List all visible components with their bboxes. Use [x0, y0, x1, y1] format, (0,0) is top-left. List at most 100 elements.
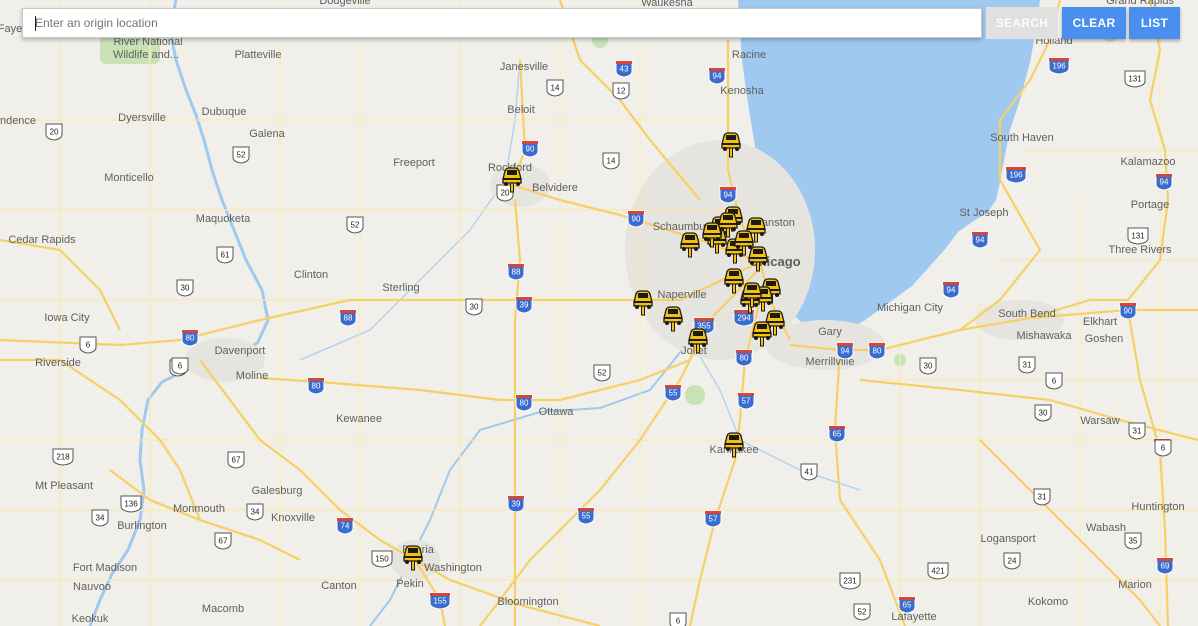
- place-label-moline: Moline: [236, 370, 268, 382]
- shield-number: 52: [237, 151, 246, 160]
- place-label-mishawaka: Mishawaka: [1016, 330, 1072, 342]
- shield-number: 30: [924, 362, 933, 371]
- shield-number: 39: [520, 301, 529, 310]
- place-label-monticello: Monticello: [104, 172, 154, 184]
- place-label-maquoketa: Maquoketa: [196, 213, 251, 225]
- shield-number: 67: [219, 537, 228, 546]
- shield-number: 94: [841, 347, 850, 356]
- place-label-marion: Marion: [1118, 579, 1152, 591]
- shield-number: 24: [1008, 557, 1017, 566]
- us-route-shield-icon-52: 52: [853, 603, 871, 621]
- shield-number: 57: [742, 397, 751, 406]
- shield-number: 6: [178, 362, 183, 371]
- us-route-shield-icon-30: 30: [919, 357, 937, 375]
- place-label-naperville: Naperville: [658, 289, 707, 301]
- shield-number: 30: [470, 303, 479, 312]
- us-route-shield-icon-35: 35: [1124, 532, 1142, 550]
- us-route-shield-icon-24: 24: [1003, 552, 1021, 570]
- us-route-shield-icon-131: 131: [1127, 227, 1149, 245]
- place-label-riverside: Riverside: [35, 357, 81, 369]
- shield-number: 65: [833, 430, 842, 439]
- us-route-shield-icon-41: 41: [800, 463, 818, 481]
- interstate-shield-icon-43: 43: [615, 60, 633, 78]
- interstate-shield-icon-80: 80: [735, 349, 753, 367]
- place-label-nauvoo: Nauvoo: [73, 581, 111, 593]
- interstate-shield-icon-94: 94: [719, 186, 737, 204]
- shield-number: 69: [1161, 562, 1170, 571]
- shield-number: 30: [1039, 409, 1048, 418]
- shield-number: 6: [86, 341, 91, 350]
- place-label-cedar-rapids: Cedar Rapids: [8, 234, 76, 246]
- interstate-shield-icon-80: 80: [181, 329, 199, 347]
- interstate-shield-icon-65: 65: [828, 425, 846, 443]
- shield-number: 61: [221, 251, 230, 260]
- shield-number: 94: [724, 191, 733, 200]
- place-label-knoxville: Knoxville: [271, 512, 315, 524]
- shield-number: 55: [669, 389, 678, 398]
- place-label-platteville: Platteville: [234, 49, 281, 61]
- place-label-kenosha: Kenosha: [720, 85, 764, 97]
- interstate-shield-icon-196: 196: [1005, 166, 1027, 184]
- origin-search-input[interactable]: [23, 9, 981, 37]
- place-label-keokuk: Keokuk: [72, 613, 109, 625]
- interstate-shield-icon-88: 88: [507, 263, 525, 281]
- shield-number: 55: [582, 512, 591, 521]
- us-route-shield-icon-6: 6: [1154, 439, 1172, 457]
- place-label-lafayette: Lafayette: [891, 611, 936, 623]
- shield-number: 74: [341, 522, 350, 531]
- clear-button[interactable]: CLEAR: [1062, 7, 1126, 39]
- place-label-beloit: Beloit: [507, 104, 535, 116]
- map-canvas[interactable]: ChicagoNapervilleSchaumburg EvanstonJolie…: [0, 0, 1198, 626]
- place-label-independence: ndence: [0, 115, 36, 127]
- place-label-galena: Galena: [249, 128, 285, 140]
- search-bar[interactable]: [22, 8, 982, 38]
- shield-number: 67: [232, 456, 241, 465]
- place-label-huntington: Huntington: [1131, 501, 1184, 513]
- us-route-shield-icon-131: 131: [1124, 70, 1146, 88]
- interstate-shield-icon-80: 80: [868, 342, 886, 360]
- shield-number: 94: [713, 72, 722, 81]
- shield-number: 88: [344, 314, 353, 323]
- us-route-shield-icon-31: 31: [1033, 488, 1051, 506]
- text-cursor: [35, 16, 36, 31]
- us-route-shield-icon-34: 34: [246, 503, 264, 521]
- interstate-shield-icon-90: 90: [627, 210, 645, 228]
- place-label-sterling: Sterling: [382, 282, 419, 294]
- shield-number: 57: [709, 515, 718, 524]
- place-label-michigan-city: Michigan City: [877, 302, 944, 314]
- shield-number: 80: [520, 399, 529, 408]
- place-label-pekin: Pekin: [396, 578, 424, 590]
- us-route-shield-icon-421: 421: [927, 562, 949, 580]
- us-route-shield-icon-14: 14: [546, 79, 564, 97]
- place-label-warsaw: Warsaw: [1080, 415, 1119, 427]
- us-route-shield-icon-30: 30: [465, 298, 483, 316]
- us-route-shield-icon-150: 150: [371, 550, 393, 568]
- us-route-shield-icon-34: 34: [91, 509, 109, 527]
- list-button[interactable]: LIST: [1129, 7, 1180, 39]
- shield-number: 80: [186, 334, 195, 343]
- shield-number: 14: [551, 84, 560, 93]
- shield-number: 30: [181, 284, 190, 293]
- shield-number: 52: [858, 608, 867, 617]
- us-route-shield-icon-67: 67: [227, 451, 245, 469]
- interstate-shield-icon-196: 196: [1048, 57, 1070, 75]
- shield-number: 90: [632, 215, 641, 224]
- shield-number: 196: [1052, 62, 1066, 71]
- search-button[interactable]: SEARCH: [986, 7, 1058, 39]
- interstate-shield-icon-90: 90: [521, 140, 539, 158]
- us-route-shield-icon-6: 6: [669, 612, 687, 626]
- place-label-freeport: Freeport: [393, 157, 435, 169]
- place-label-racine: Racine: [732, 49, 766, 61]
- us-route-shield-icon-6: 6: [79, 336, 97, 354]
- shield-number: 34: [251, 508, 260, 517]
- shield-number: 20: [501, 189, 510, 198]
- shield-number: 39: [512, 500, 521, 509]
- place-label-portage: Portage: [1131, 199, 1170, 211]
- us-route-shield-icon-67: 67: [214, 532, 232, 550]
- us-route-shield-icon-20: 20: [45, 123, 63, 141]
- shield-number: 20: [50, 128, 59, 137]
- us-route-shield-icon-52: 52: [593, 364, 611, 382]
- shield-number: 14: [607, 157, 616, 166]
- place-label-monmouth: Monmouth: [173, 503, 225, 515]
- place-label-dyersville: Dyersville: [118, 112, 166, 124]
